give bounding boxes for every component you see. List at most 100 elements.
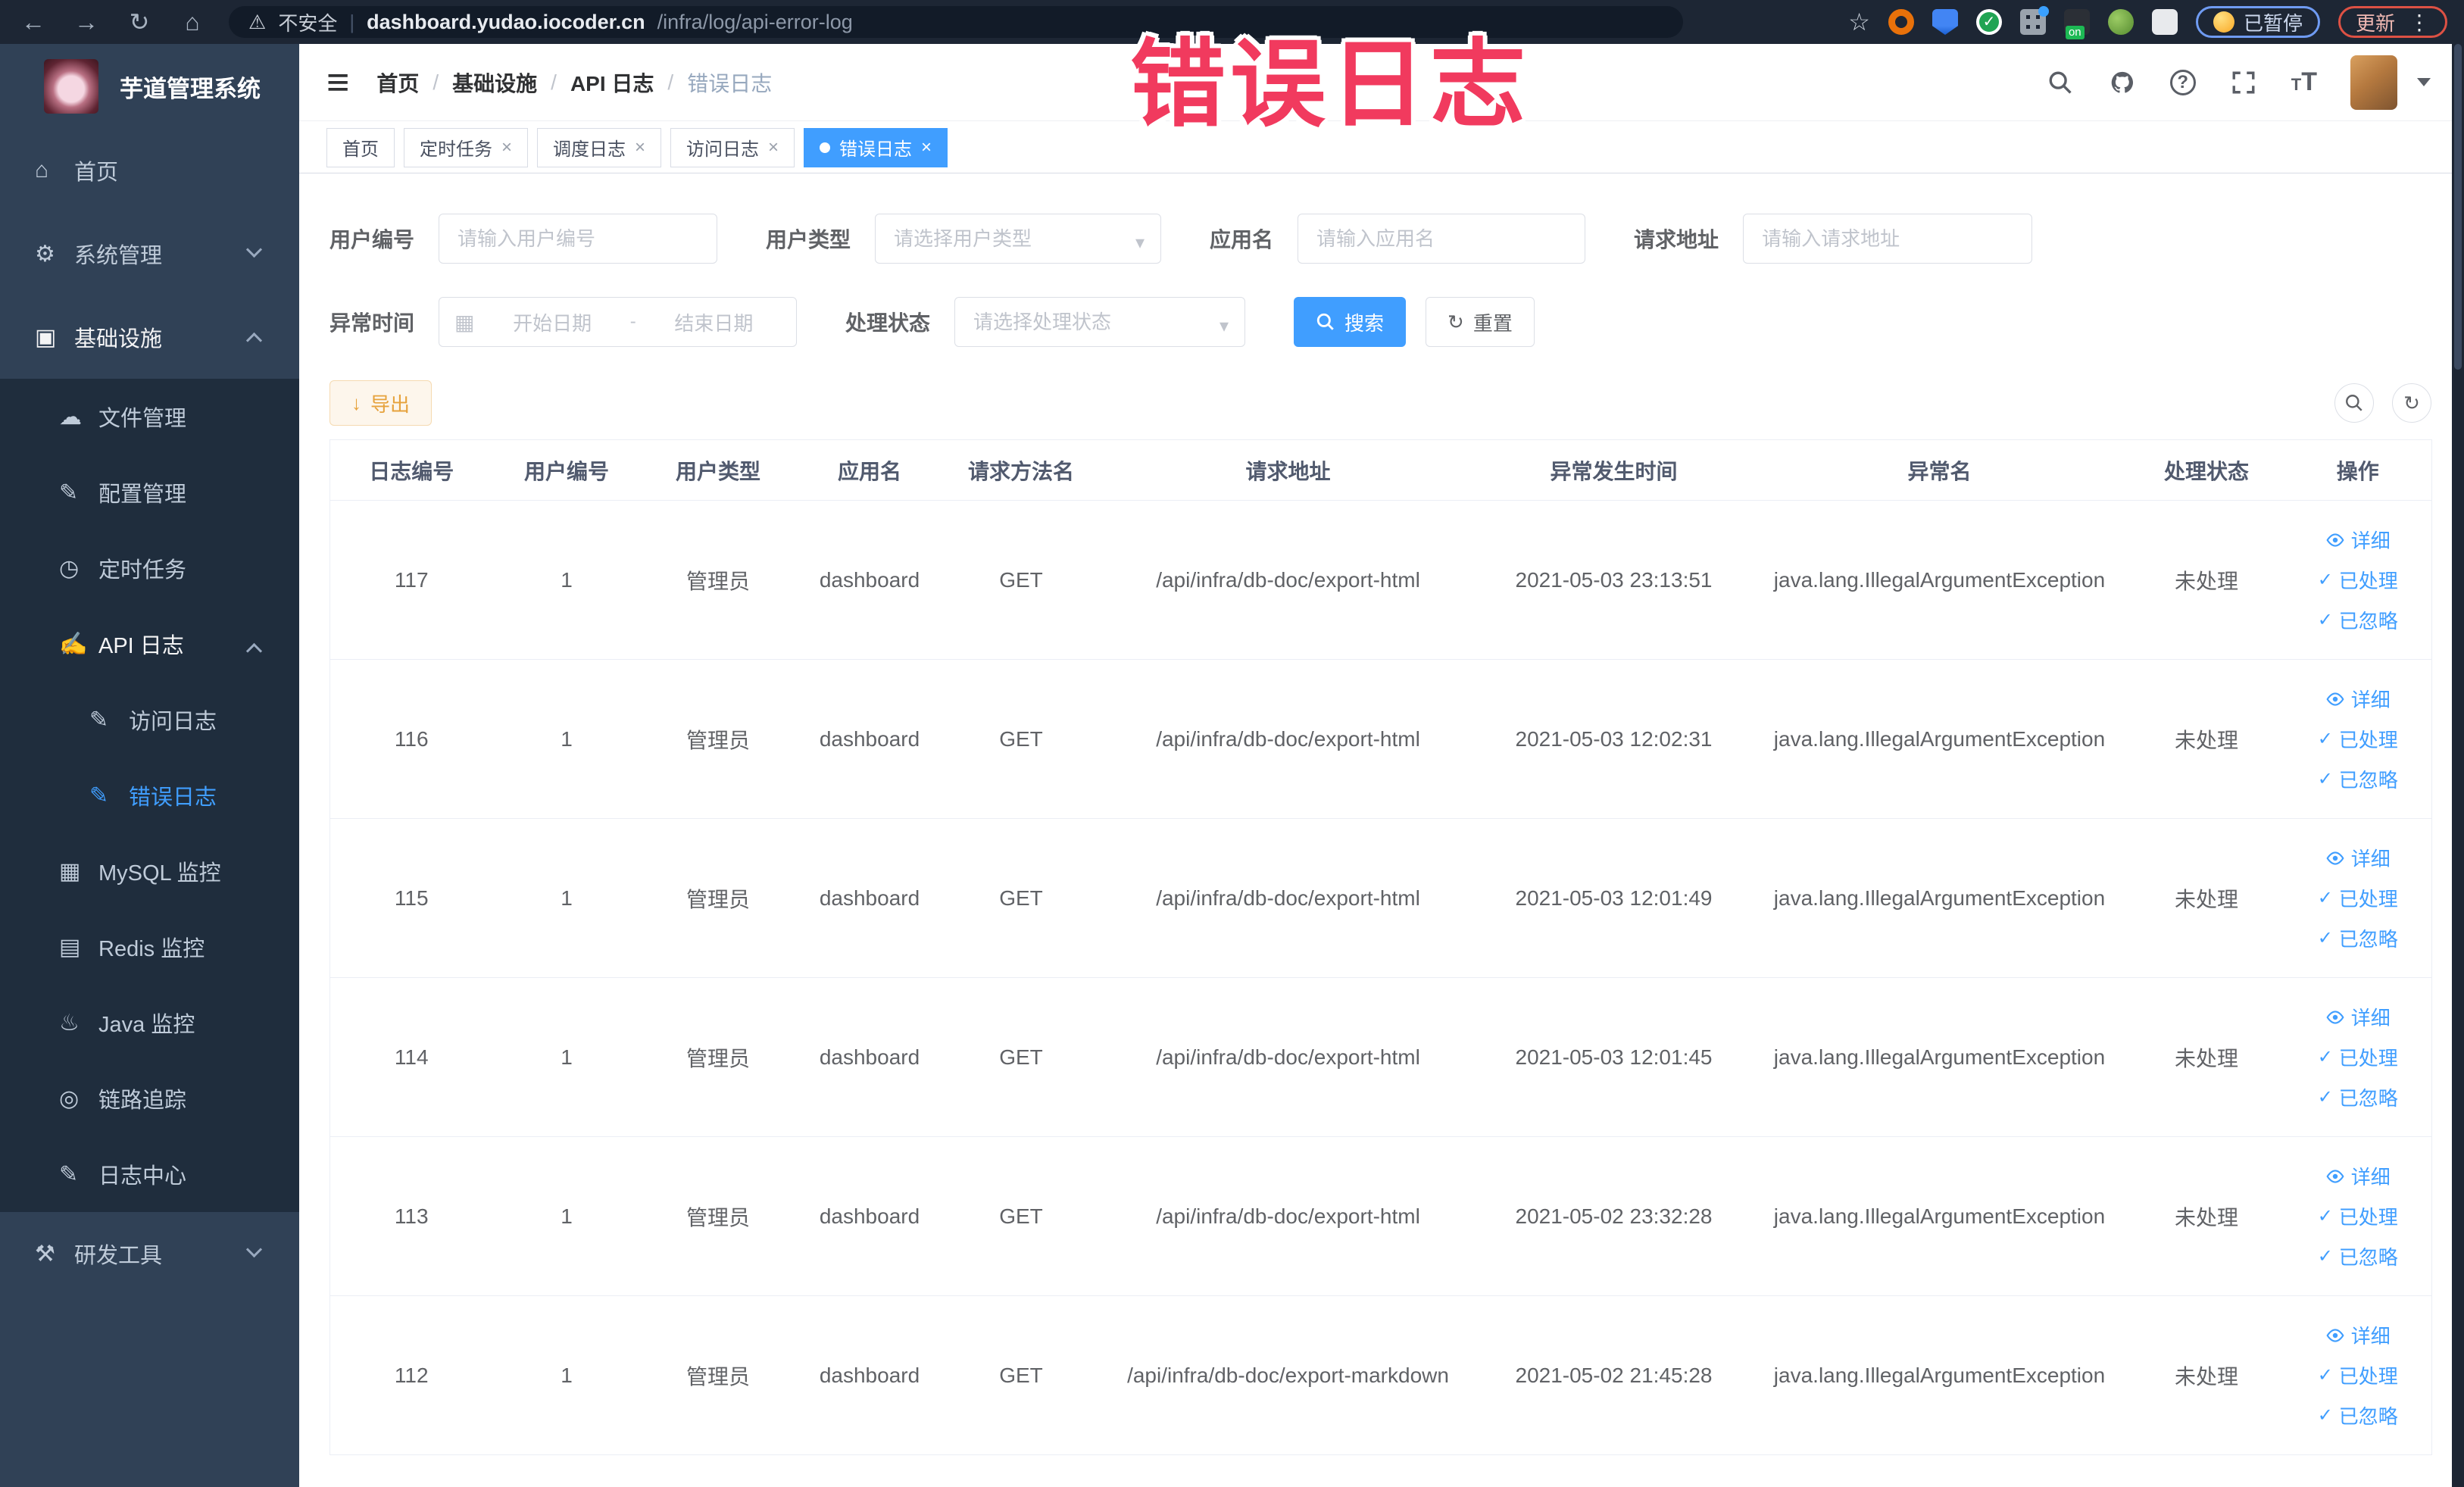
- processed-link[interactable]: ✓ 已处理: [2318, 884, 2398, 912]
- tab-error-log[interactable]: 错误日志 ×: [804, 127, 948, 167]
- close-icon[interactable]: ×: [635, 137, 645, 158]
- user-type-select[interactable]: [875, 214, 1162, 264]
- end-date-placeholder[interactable]: 结束日期: [647, 308, 781, 336]
- bookmark-star-icon[interactable]: ☆: [1848, 8, 1870, 36]
- font-size-icon[interactable]: TT: [2291, 67, 2317, 97]
- sidebar-item-system-mgmt[interactable]: ⚙ 系统管理: [0, 212, 299, 295]
- detail-link[interactable]: 详细: [2325, 844, 2391, 872]
- cell-method: GET: [943, 500, 1099, 660]
- reset-button[interactable]: ↻ 重置: [1426, 297, 1535, 347]
- sidebar-item-error-log[interactable]: ✎ 错误日志: [0, 758, 299, 833]
- column-header-status: 处理状态: [2128, 439, 2284, 501]
- table-row: 116 1 管理员 dashboard GET/api/infra/db-doc/exp…: [329, 659, 2432, 819]
- sidebar-logo-row[interactable]: 芋道管理系统: [0, 44, 299, 129]
- ignored-link[interactable]: ✓ 已忽略: [2318, 765, 2398, 793]
- user-type-label: 用户类型: [766, 228, 851, 251]
- processed-link[interactable]: ✓ 已处理: [2318, 1202, 2398, 1230]
- column-header-userType: 用户类型: [640, 439, 796, 501]
- status-select[interactable]: [954, 297, 1246, 347]
- breadcrumb-item[interactable]: 基础设施: [452, 67, 537, 98]
- sidebar-item-home[interactable]: ⌂ 首页: [0, 129, 299, 212]
- sidebar-item-access-log[interactable]: ✎ 访问日志: [0, 682, 299, 758]
- close-icon[interactable]: ×: [921, 137, 932, 158]
- ignored-link[interactable]: ✓ 已忽略: [2318, 606, 2398, 634]
- refresh-icon: ↻: [1447, 310, 1464, 333]
- help-icon[interactable]: ?: [2169, 69, 2196, 95]
- extension-icon[interactable]: [2107, 9, 2134, 35]
- sidebar-item-log-center[interactable]: ✎ 日志中心: [0, 1136, 299, 1212]
- sidebar-item-trace[interactable]: ◎ 链路追踪: [0, 1061, 299, 1136]
- request-url-input[interactable]: [1743, 214, 2033, 264]
- extension-icon[interactable]: [2063, 9, 2090, 39]
- tab-label: 定时任务: [420, 139, 492, 160]
- detail-link[interactable]: 详细: [2325, 1003, 2391, 1031]
- paused-badge[interactable]: 已暂停: [2195, 6, 2320, 38]
- breadcrumb-item[interactable]: 首页: [376, 67, 419, 98]
- sidebar-item-file-mgmt[interactable]: ☁ 文件管理: [0, 379, 299, 455]
- sidebar: 芋道管理系统 ⌂ 首页 ⚙ 系统管理 ▣ 基础设施 ☁ 文件管理 ✎ 配置管理 ◷ 定时任务 ✍ API …: [0, 44, 299, 1487]
- forward-icon[interactable]: →: [70, 8, 103, 36]
- cell-appName: dashboard: [795, 818, 944, 978]
- start-date-placeholder[interactable]: 开始日期: [485, 308, 619, 336]
- cell-appName: dashboard: [795, 500, 944, 660]
- back-icon[interactable]: ←: [17, 8, 50, 36]
- table-header: 日志编号 用户编号 用户类型 应用名 请求方法名 请求地址 异常发生时间 异常名 处理状态 操作: [329, 439, 2432, 501]
- ignored-link[interactable]: ✓ 已忽略: [2318, 1401, 2398, 1429]
- refresh-button[interactable]: ↻: [2392, 383, 2431, 423]
- sidebar-item-scheduled-tasks[interactable]: ◷ 定时任务: [0, 530, 299, 606]
- sidebar-item-java-monitor[interactable]: ♨ Java 监控: [0, 985, 299, 1061]
- github-icon[interactable]: [2108, 68, 2137, 97]
- processed-link[interactable]: ✓ 已处理: [2318, 1043, 2398, 1071]
- processed-link[interactable]: ✓ 已处理: [2318, 566, 2398, 594]
- chevron-down-icon[interactable]: [2417, 78, 2431, 86]
- reload-icon[interactable]: ↻: [123, 8, 156, 36]
- extensions-puzzle-icon[interactable]: [2151, 9, 2178, 35]
- close-icon[interactable]: ×: [501, 137, 512, 158]
- search-icon[interactable]: [2046, 68, 2075, 97]
- tab-home[interactable]: 首页: [326, 127, 395, 167]
- extension-icon[interactable]: [1888, 9, 1914, 35]
- scrollbar-thumb[interactable]: [2454, 44, 2462, 370]
- tab-sched-task[interactable]: 定时任务 ×: [404, 127, 529, 167]
- update-badge[interactable]: 更新 ⋮: [2338, 6, 2447, 38]
- detail-link[interactable]: 详细: [2325, 526, 2391, 554]
- sidebar-item-api-logs[interactable]: ✍ API 日志: [0, 606, 299, 682]
- kebab-menu-icon[interactable]: ⋮: [2409, 10, 2430, 35]
- date-range-picker[interactable]: ▦ 开始日期 - 结束日期: [439, 297, 798, 347]
- user-avatar[interactable]: [2350, 55, 2397, 110]
- user-id-input[interactable]: [439, 214, 718, 264]
- sidebar-item-redis-monitor[interactable]: ▤ Redis 监控: [0, 909, 299, 985]
- ignored-link[interactable]: ✓ 已忽略: [2318, 1242, 2398, 1270]
- sidebar-item-dev-tools[interactable]: ⚒ 研发工具: [0, 1212, 299, 1295]
- processed-link[interactable]: ✓ 已处理: [2318, 1361, 2398, 1389]
- breadcrumb-item[interactable]: API 日志: [570, 67, 654, 98]
- cell-status: 未处理: [2128, 659, 2284, 819]
- app-name-input[interactable]: [1298, 214, 1586, 264]
- search-button[interactable]: 搜索: [1294, 297, 1407, 347]
- security-label[interactable]: 不安全: [278, 8, 337, 36]
- main-content: 用户编号 用户类型 ▾ 应用名 请求地址 异常时间 ▦ 开始日期 - 结束日期 …: [299, 174, 2452, 1487]
- detail-link[interactable]: 详细: [2325, 1162, 2391, 1190]
- home-icon[interactable]: ⌂: [176, 8, 209, 36]
- close-icon[interactable]: ×: [768, 137, 779, 158]
- sidebar-item-infrastructure[interactable]: ▣ 基础设施: [0, 295, 299, 379]
- fullscreen-icon[interactable]: [2229, 68, 2258, 97]
- tab-sched-log[interactable]: 调度日志 ×: [537, 127, 662, 167]
- tab-access-log[interactable]: 访问日志 ×: [670, 127, 795, 167]
- processed-link[interactable]: ✓ 已处理: [2318, 725, 2398, 753]
- sidebar-item-mysql-monitor[interactable]: ▦ MySQL 监控: [0, 833, 299, 909]
- extension-icon[interactable]: [1975, 9, 2002, 35]
- sidebar-item-config-mgmt[interactable]: ✎ 配置管理: [0, 455, 299, 530]
- detail-link[interactable]: 详细: [2325, 1321, 2391, 1349]
- extension-icon[interactable]: [2019, 6, 2049, 35]
- extension-icon[interactable]: [1932, 9, 1958, 35]
- ignored-link[interactable]: ✓ 已忽略: [2318, 924, 2398, 952]
- page: ← → ↻ ⌂ ⚠ 不安全 | dashboard.yudao.iocoder.…: [0, 0, 2464, 1487]
- ignored-link[interactable]: ✓ 已忽略: [2318, 1083, 2398, 1111]
- scrollbar[interactable]: [2452, 44, 2464, 1487]
- hide-search-button[interactable]: [2334, 383, 2374, 423]
- url-host[interactable]: dashboard.yudao.iocoder.cn: [367, 11, 645, 34]
- hamburger-icon[interactable]: ≡: [326, 60, 349, 105]
- export-button[interactable]: ↓ 导出: [329, 380, 433, 426]
- detail-link[interactable]: 详细: [2325, 685, 2391, 713]
